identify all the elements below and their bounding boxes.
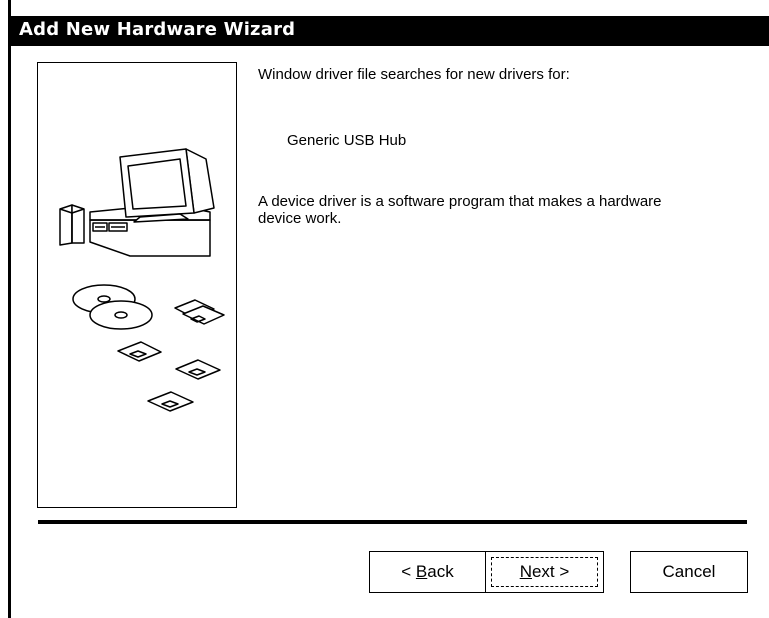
next-button-label: Next > (520, 562, 570, 582)
computer-icon (59, 148, 215, 257)
next-mnemonic: N (519, 562, 532, 581)
back-button[interactable]: < Back (369, 551, 486, 593)
next-button[interactable]: Next > (485, 551, 604, 593)
back-prefix: < (401, 562, 416, 581)
cancel-button-label: Cancel (662, 562, 716, 581)
back-rest: ack (427, 562, 454, 581)
back-button-label: < Back (401, 562, 453, 582)
title-bar: Add New Hardware Wizard (8, 16, 769, 46)
wizard-illustration-panel (37, 62, 237, 508)
back-mnemonic: B (415, 562, 428, 581)
illustration-art (59, 148, 225, 412)
driver-description: A device driver is a software program th… (258, 193, 662, 227)
cancel-button[interactable]: Cancel (630, 551, 748, 593)
next-rest: ext > (531, 562, 570, 581)
search-intro-text: Window driver file searches for new driv… (258, 66, 570, 83)
divider (38, 520, 747, 524)
device-name: Generic USB Hub (287, 132, 407, 149)
window-title: Add New Hardware Wizard (19, 19, 296, 40)
cd-disc-icon (72, 284, 153, 330)
